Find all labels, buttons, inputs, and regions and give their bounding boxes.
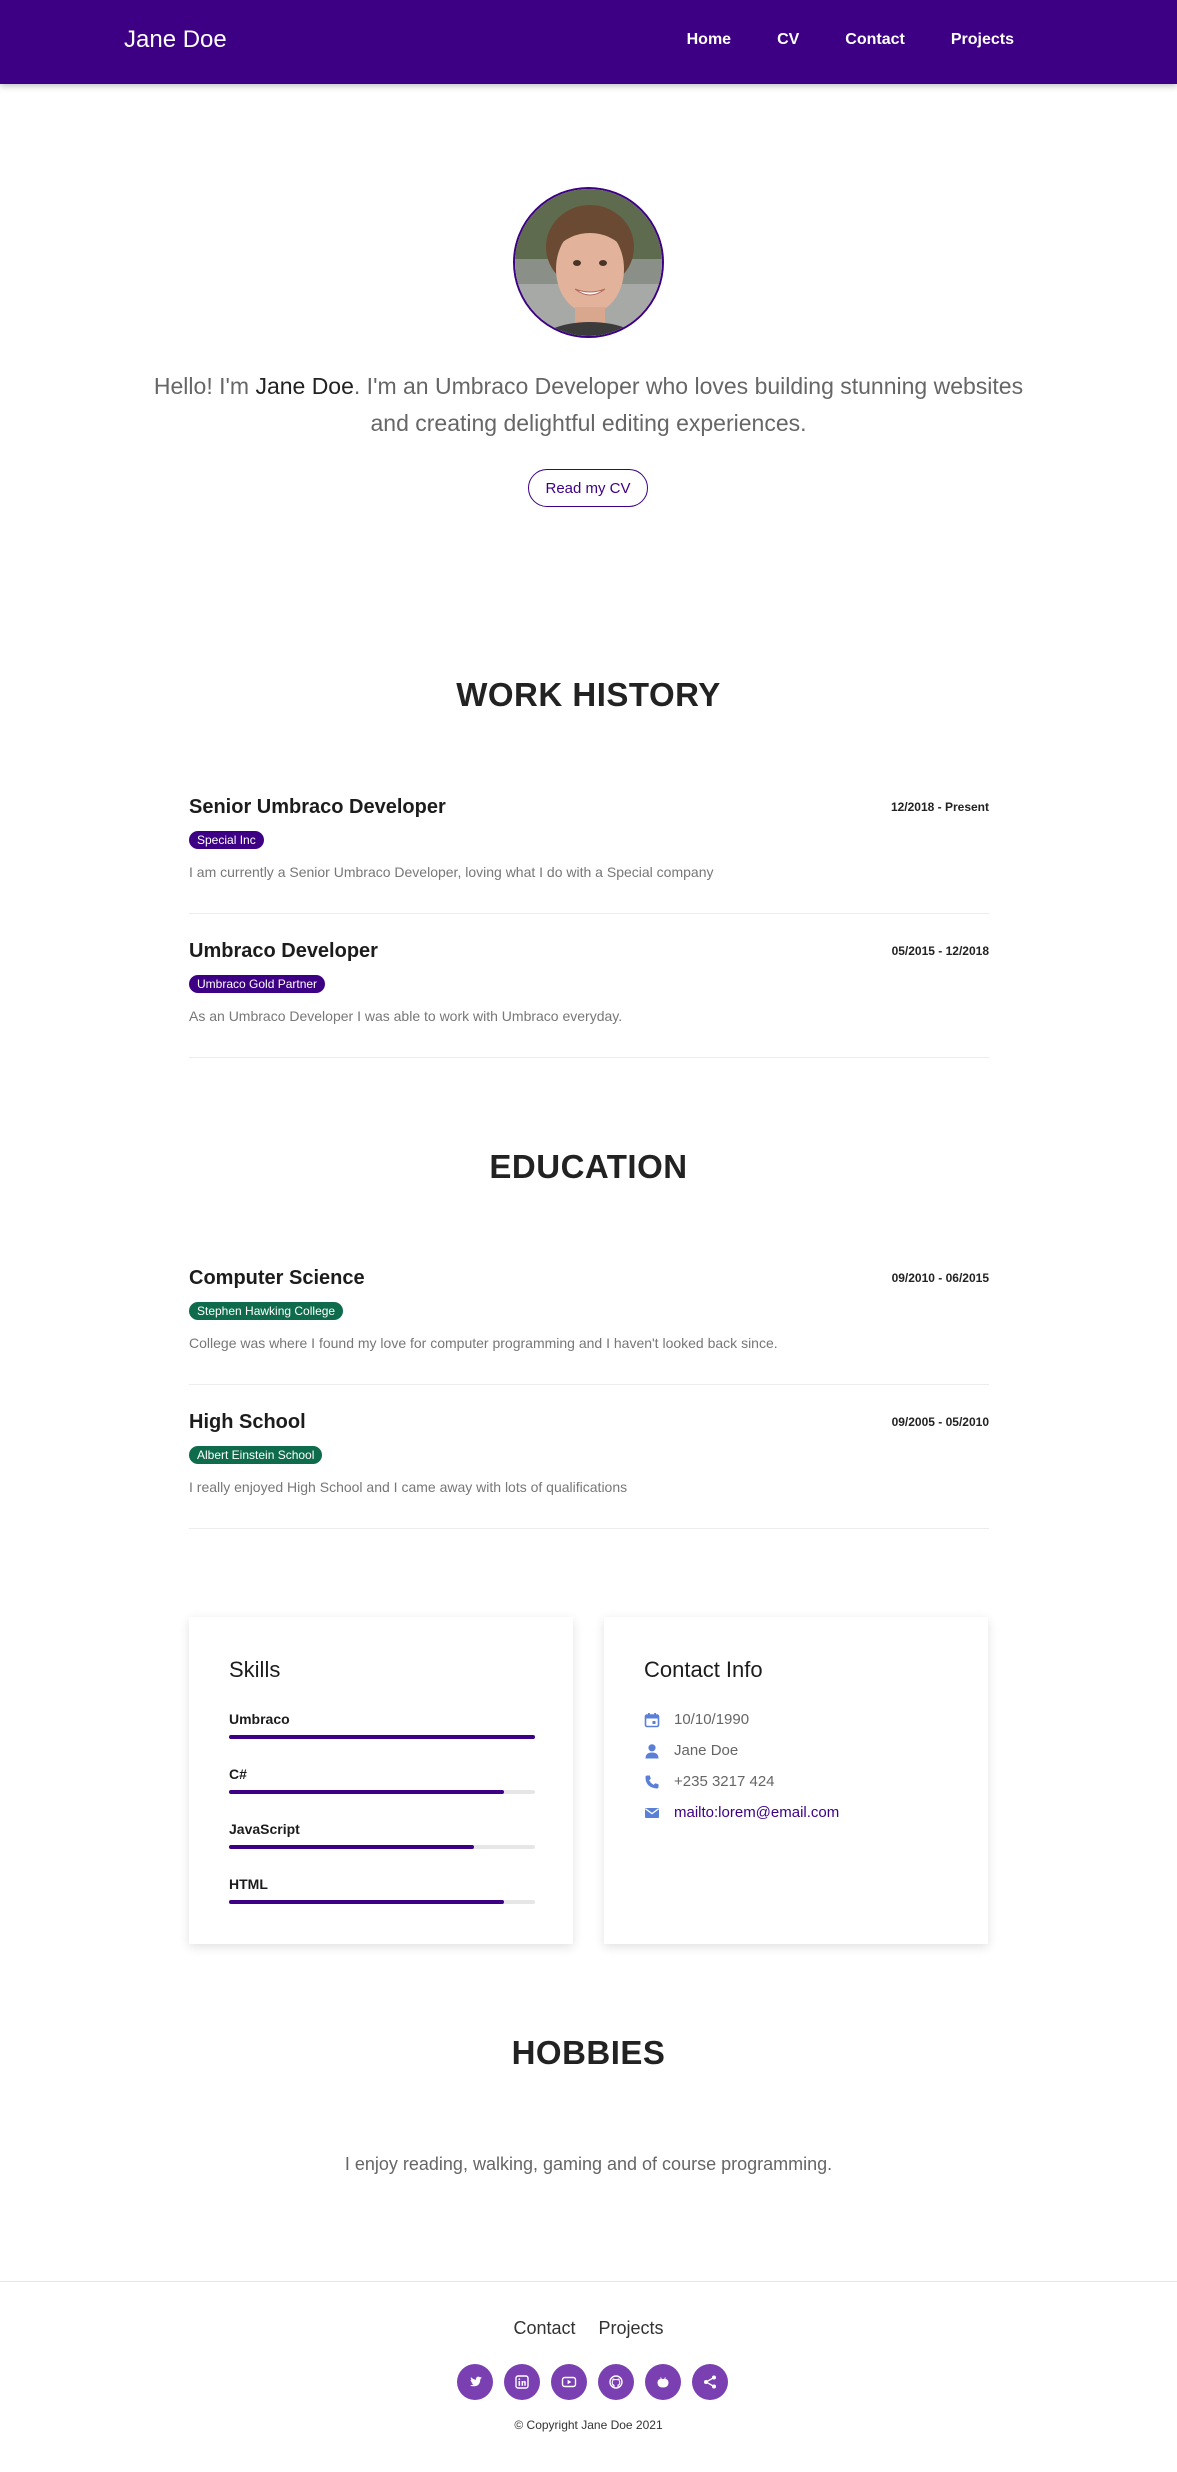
skill-bar [229,1845,535,1849]
nav-links: Home CV Contact Projects [641,31,1014,49]
twitter-link[interactable] [457,2364,493,2400]
contact-info-card: Contact Info 10/10/1990 Jane Doe +235 32… [604,1617,988,1944]
intro-suffix: . I'm an Umbraco Developer who loves bui… [353,373,1024,436]
skill-bar-fill [229,1735,535,1739]
skills-title: Skills [229,1657,281,1682]
skill-bar-fill [229,1845,474,1849]
twitter-icon [469,2376,482,2387]
skill-bar-fill [229,1900,505,1904]
youtube-icon [561,2376,577,2388]
nav-link-cv[interactable]: CV [777,31,799,49]
hobbies-title: HOBBIES [511,2034,666,2071]
skill-name: Umbraco [229,1711,290,1727]
job-description: I am currently a Senior Umbraco Develope… [189,864,714,880]
youtube-link[interactable] [551,2364,587,2400]
work-history-title: WORK HISTORY [456,676,721,713]
skill-item: HTML [229,1876,535,1904]
intro-name: Jane Doe [255,373,354,399]
skill-bar-fill [229,1790,505,1794]
umbraco-link[interactable] [645,2364,681,2400]
phone-icon [645,1775,659,1788]
skill-item: Umbraco [229,1711,535,1739]
job-date: 05/2015 - 12/2018 [891,944,989,958]
contact-phone: +235 3217 424 [644,1773,775,1790]
job-date: 12/2018 - Present [890,800,989,814]
job-description: As an Umbraco Developer I was able to wo… [189,1008,623,1024]
contact-name: Jane Doe [644,1742,738,1759]
skill-name: HTML [229,1876,268,1892]
skill-item: C# [229,1766,535,1794]
footer-divider [0,2281,1177,2282]
linkedin-icon [515,2375,529,2389]
nav-link-contact[interactable]: Contact [845,31,905,49]
calendar-icon [644,1712,660,1727]
phone-text: +235 3217 424 [674,1773,775,1790]
umbraco-icon [657,2377,669,2388]
skill-name: JavaScript [229,1821,300,1837]
course-date: 09/2005 - 05/2010 [891,1415,989,1429]
skill-bar [229,1790,535,1794]
course-title: High School [189,1411,306,1433]
company-badge: Special Inc [189,831,264,849]
school-badge: Stephen Hawking College [189,1302,344,1320]
mail-icon [645,1807,659,1818]
profile-avatar [513,187,664,338]
share-link[interactable] [692,2364,728,2400]
footer-links: Contact Projects [0,2318,1177,2339]
work-entry: Umbraco Developer 05/2015 - 12/2018 Umbr… [189,940,989,1058]
github-link[interactable] [598,2364,634,2400]
footer-link-projects[interactable]: Projects [599,2318,664,2338]
email-link[interactable]: mailto:lorem@email.com [674,1804,839,1821]
birthday-text: 10/10/1990 [674,1711,750,1728]
education-entry: High School 09/2005 - 05/2010 Albert Ein… [189,1411,989,1529]
top-navbar: Jane Doe Home CV Contact Projects [0,0,1177,84]
nav-link-home[interactable]: Home [687,31,731,49]
nav-link-projects[interactable]: Projects [951,31,1014,49]
github-icon [609,2375,623,2389]
intro-prefix: Hello! I'm [153,373,256,399]
job-title: Umbraco Developer [189,940,378,962]
skill-bar [229,1735,535,1739]
course-description: I really enjoyed High School and I came … [189,1479,628,1495]
course-title: Computer Science [189,1267,365,1289]
share-icon [704,2375,716,2389]
brand-link[interactable]: Jane Doe [124,26,227,54]
linkedin-link[interactable] [504,2364,540,2400]
social-links [457,2364,728,2400]
name-text: Jane Doe [674,1742,739,1759]
work-entry: Senior Umbraco Developer 12/2018 - Prese… [189,796,989,914]
copyright-text: © Copyright Jane Doe 2021 [514,2418,663,2432]
contact-birthday: 10/10/1990 [644,1711,749,1728]
hero-intro: Hello! I'm Jane Doe. I'm an Umbraco Deve… [150,368,1027,442]
company-badge: Umbraco Gold Partner [189,975,326,993]
profile-photo [515,189,662,336]
contact-info-title: Contact Info [644,1657,763,1682]
education-title: EDUCATION [489,1148,688,1185]
footer-link-contact[interactable]: Contact [513,2318,575,2338]
skills-card: Skills Umbraco C# JavaScript HTML [189,1617,573,1944]
job-title: Senior Umbraco Developer [189,796,446,818]
course-description: College was where I found my love for co… [189,1335,778,1351]
school-badge: Albert Einstein School [189,1446,323,1464]
contact-email: mailto:lorem@email.com [644,1804,839,1821]
education-entry: Computer Science 09/2010 - 06/2015 Steph… [189,1267,989,1385]
skill-bar [229,1900,535,1904]
skill-name: C# [229,1766,247,1782]
course-date: 09/2010 - 06/2015 [891,1271,989,1285]
hobbies-text: I enjoy reading, walking, gaming and of … [344,2154,833,2174]
skill-item: JavaScript [229,1821,535,1849]
read-cv-button[interactable]: Read my CV [528,469,648,507]
person-icon [645,1743,659,1758]
